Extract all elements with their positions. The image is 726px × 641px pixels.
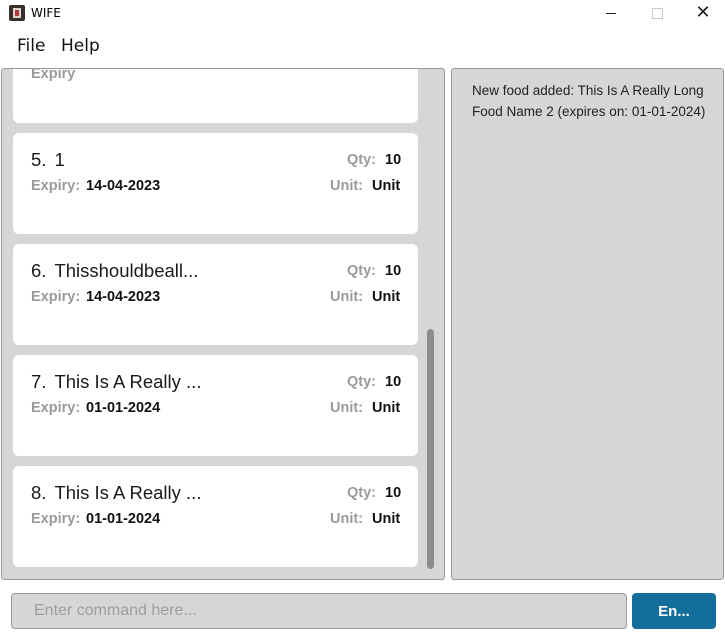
menu-bar: File Help: [0, 26, 726, 66]
food-card[interactable]: 6. Thisshouldbeall... Qty: 10 Expiry: 14-…: [13, 244, 418, 345]
list-scrollbar[interactable]: [427, 329, 434, 569]
close-button[interactable]: ✕: [680, 0, 726, 26]
food-card[interactable]: 8. This Is A Really ... Qty: 10 Expiry: 0…: [13, 466, 418, 567]
food-index: 8.: [31, 482, 47, 503]
qty-label: Qty:: [347, 374, 376, 390]
unit-value: Unit: [372, 400, 401, 416]
food-name: 6. Thisshouldbeall...: [31, 259, 198, 283]
unit-value: Unit: [372, 178, 401, 194]
unit-value: Unit: [372, 289, 401, 305]
unit-value: Unit: [372, 511, 401, 527]
list-item-partial[interactable]: Expiry: [13, 68, 418, 123]
food-card[interactable]: 5. 1 Qty: 10 Expiry: 14-04-2023 Unit: Uni…: [13, 133, 418, 234]
food-name-text: 1: [54, 149, 65, 170]
food-list-panel[interactable]: Expiry 5. 1 Qty: 10 Expiry: 14-04-2023 Un…: [1, 68, 445, 580]
expiry-value: 01-01-2024: [86, 400, 161, 416]
unit-label: Unit:: [330, 178, 364, 194]
main-area: Expiry 5. 1 Qty: 10 Expiry: 14-04-2023 Un…: [0, 66, 726, 581]
food-name-text: Thisshouldbeall...: [54, 260, 199, 281]
expiry-value: 14-04-2023: [86, 178, 161, 194]
food-name-text: This Is A Really ...: [54, 482, 202, 503]
partial-expiry-label: Expiry: [31, 68, 76, 82]
unit-label: Unit:: [330, 400, 364, 416]
app-icon: [9, 5, 25, 21]
qty-value: 10: [385, 374, 402, 390]
expiry-label: Expiry:: [31, 289, 81, 305]
food-name: 5. 1: [31, 148, 65, 172]
food-card[interactable]: 7. This Is A Really ... Qty: 10 Expiry: 0…: [13, 355, 418, 456]
maximize-button[interactable]: [634, 0, 680, 26]
unit-label: Unit:: [330, 511, 364, 527]
unit-label: Unit:: [330, 289, 364, 305]
expiry-value: 01-01-2024: [86, 511, 161, 527]
food-index: 6.: [31, 260, 47, 281]
result-message: New food added: This Is A Really Long Fo…: [472, 83, 706, 119]
food-index: 7.: [31, 371, 47, 392]
qty-label: Qty:: [347, 485, 376, 501]
expiry-label: Expiry:: [31, 400, 81, 416]
qty-value: 10: [385, 152, 402, 168]
close-icon: ✕: [695, 2, 711, 23]
title-bar: WIFE ✕: [0, 0, 726, 26]
result-display-panel: New food added: This Is A Really Long Fo…: [451, 68, 724, 580]
maximize-icon: [651, 7, 663, 19]
command-input[interactable]: [11, 593, 627, 629]
food-name: 7. This Is A Really ...: [31, 370, 201, 394]
food-index: 5.: [31, 149, 47, 170]
qty-label: Qty:: [347, 263, 376, 279]
food-name-text: This Is A Really ...: [54, 371, 202, 392]
minimize-button[interactable]: [588, 0, 634, 26]
minimize-icon: [606, 12, 616, 14]
menu-help[interactable]: Help: [61, 36, 100, 56]
expiry-value: 14-04-2023: [86, 289, 161, 305]
enter-button[interactable]: En...: [632, 593, 716, 629]
command-bar: En...: [0, 581, 726, 641]
qty-value: 10: [385, 485, 402, 501]
qty-label: Qty:: [347, 152, 376, 168]
expiry-label: Expiry:: [31, 178, 81, 194]
menu-file[interactable]: File: [17, 36, 45, 56]
window-title: WIFE: [31, 6, 61, 20]
qty-value: 10: [385, 263, 402, 279]
expiry-label: Expiry:: [31, 511, 81, 527]
food-name: 8. This Is A Really ...: [31, 481, 201, 505]
